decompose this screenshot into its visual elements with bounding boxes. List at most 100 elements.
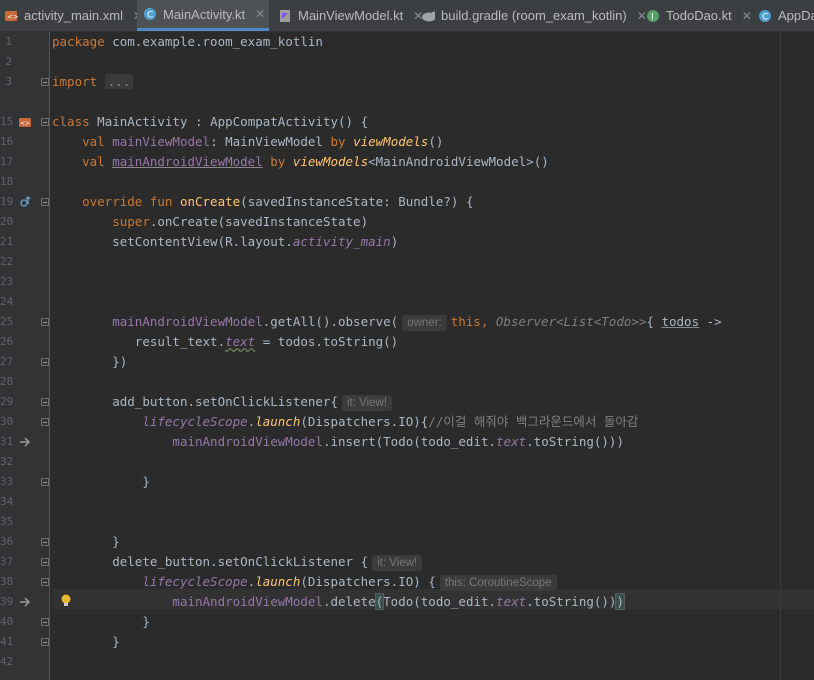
code-line: mainAndroidViewModel.delete(Todo(todo_ed… [52, 592, 625, 612]
keyword: by [330, 134, 346, 149]
keyword: this, [450, 314, 489, 329]
close-icon[interactable]: ✕ [255, 7, 265, 21]
suspend-call-icon[interactable] [18, 595, 32, 609]
code-text: result_text. [134, 334, 226, 349]
code-text: AppCompatActivity() { [210, 114, 369, 129]
property-name: text [496, 434, 527, 449]
fold-toggle-icon[interactable] [41, 78, 49, 86]
keyword: super [112, 214, 150, 229]
line-number: 32 [0, 455, 14, 468]
keyword: override fun [82, 194, 173, 209]
fold-toggle-icon[interactable] [41, 418, 49, 426]
scope-hint: this: CoroutineScope [439, 575, 557, 591]
code-text: add_button.setOnClickListener{ [112, 394, 338, 409]
fold-toggle-icon[interactable] [41, 638, 49, 646]
code-line: super.onCreate(savedInstanceState) [52, 212, 368, 232]
fold-toggle-icon[interactable] [41, 618, 49, 626]
line-number: 16 [0, 135, 14, 148]
code-text: Todo(todo_edit. [383, 594, 497, 609]
code-text: = todos.toString() [255, 334, 399, 349]
fold-toggle-icon[interactable] [41, 198, 49, 206]
fold-toggle-icon[interactable] [41, 398, 49, 406]
property-name: mainViewModel [112, 134, 211, 149]
code-text: .delete [322, 594, 376, 609]
code-line: lifecycleScope.launch(Dispatchers.IO) {t… [52, 572, 561, 592]
parameter-hint: owner: [402, 315, 447, 331]
override-method-icon[interactable] [18, 195, 32, 209]
keyword: val [82, 134, 105, 149]
tab-tododao-kt[interactable]: I TodoDao.kt ✕ [640, 0, 752, 31]
function-name: onCreate [179, 194, 241, 209]
line-number: 26 [0, 335, 14, 348]
suspend-call-icon[interactable] [18, 435, 32, 449]
tab-label: activity_main.xml [24, 8, 123, 23]
run-activity-icon[interactable]: <> [18, 115, 32, 129]
keyword: package [52, 34, 105, 49]
fold-toggle-icon[interactable] [41, 538, 49, 546]
svg-text:<>: <> [7, 13, 18, 21]
function-name: launch [255, 574, 301, 589]
code-editor[interactable]: package com.example.room_exam_kotlin imp… [52, 32, 814, 680]
keyword: class [52, 114, 90, 129]
kotlin-class-icon: C [143, 7, 157, 21]
comment: //이걸 해줘야 백그라운드에서 돌아감 [428, 414, 639, 429]
class-name: MainActivity [97, 114, 188, 129]
fold-toggle-icon[interactable] [41, 558, 49, 566]
code-line: override fun onCreate(savedInstanceState… [52, 192, 473, 212]
fold-toggle-icon[interactable] [41, 118, 49, 126]
line-number: 20 [0, 215, 14, 228]
tab-appdatabase-kt[interactable]: C AppDa [754, 0, 814, 31]
close-icon[interactable]: ✕ [742, 9, 752, 23]
tab-mainactivity-kt[interactable]: C MainActivity.kt ✕ [137, 0, 269, 31]
svg-text:<>: <> [20, 120, 30, 127]
line-number: 40 [0, 615, 14, 628]
code-text: delete_button.setOnClickListener { [112, 554, 369, 569]
kotlin-file-icon [278, 9, 292, 23]
svg-text:C: C [147, 11, 153, 21]
code-line: val mainViewModel: MainViewModel by view… [52, 132, 443, 152]
package-name: com.example.room_exam_kotlin [112, 34, 323, 49]
editor-tab-bar: <> activity_main.xml ✕ C MainActivity.kt… [0, 0, 814, 32]
line-number: 35 [0, 515, 14, 528]
code-line: } [52, 632, 120, 652]
function-name: viewModels [353, 134, 429, 149]
fold-toggle-icon[interactable] [41, 358, 49, 366]
tab-label: build.gradle (room_exam_kotlin) [441, 8, 627, 23]
line-number: 23 [0, 275, 14, 288]
code-text: (savedInstanceState: Bundle?) { [240, 194, 474, 209]
line-number: 34 [0, 495, 14, 508]
line-number: 24 [0, 295, 14, 308]
tab-activity-main-xml[interactable]: <> activity_main.xml ✕ [0, 0, 143, 31]
code-text: } [142, 614, 150, 629]
code-text: .toString())) [526, 434, 624, 449]
line-number: 38 [0, 575, 14, 588]
line-number-gutter[interactable]: 1 2 3 15 16 17 18 19 20 21 22 23 24 25 2… [0, 32, 50, 680]
intention-lightbulb-icon[interactable] [58, 593, 74, 609]
property-name: lifecycleScope [142, 574, 248, 589]
code-text: .getAll().observe( [262, 314, 399, 329]
fold-toggle-icon[interactable] [41, 318, 49, 326]
code-text: } [112, 534, 120, 549]
property-name: activity_main [292, 234, 391, 249]
code-text: <MainAndroidViewModel>() [368, 154, 549, 169]
property-name: mainAndroidViewModel [172, 594, 323, 609]
line-number: 19 [0, 195, 14, 208]
fold-toggle-icon[interactable] [41, 478, 49, 486]
lambda-param: todos [661, 314, 700, 329]
code-text: .toString()) [526, 594, 617, 609]
line-number: 2 [5, 55, 12, 68]
code-text: -> [699, 314, 722, 329]
code-text: ) [390, 234, 399, 249]
code-line: val mainAndroidViewModel by viewModels<M… [52, 152, 549, 172]
line-number: 22 [0, 255, 14, 268]
tab-label: TodoDao.kt [666, 8, 732, 23]
property-name: mainAndroidViewModel [172, 434, 323, 449]
folded-imports[interactable]: ... [104, 74, 134, 89]
property-name: mainAndroidViewModel [112, 154, 263, 169]
tab-build-gradle[interactable]: build.gradle (room_exam_kotlin) ✕ [415, 0, 647, 31]
property-name: text [225, 334, 256, 349]
line-number: 39 [0, 595, 14, 608]
fold-toggle-icon[interactable] [41, 578, 49, 586]
tab-mainviewmodel-kt[interactable]: MainViewModel.kt ✕ [272, 0, 423, 31]
matched-bracket: ) [615, 593, 625, 610]
